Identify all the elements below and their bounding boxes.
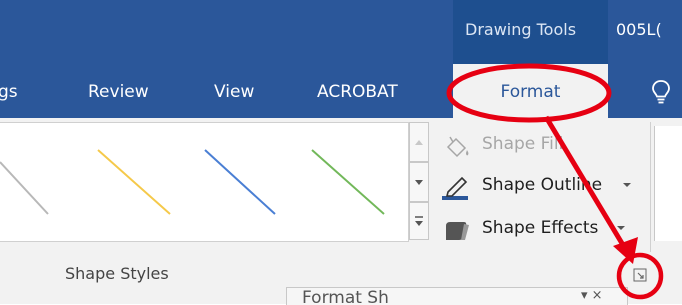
lightbulb-icon[interactable] — [647, 78, 675, 106]
format-pane-title: Format Sh — [302, 288, 389, 305]
pane-controls[interactable]: ▾ × — [581, 288, 603, 303]
wordart-gallery-edge[interactable] — [654, 126, 682, 241]
shape-effects-icon — [446, 222, 469, 240]
scroll-up-icon — [415, 140, 423, 145]
group-divider — [650, 122, 651, 252]
shape-style-swatches — [0, 149, 385, 215]
gallery-scroll-down-button[interactable] — [409, 162, 429, 202]
tab-review[interactable]: Review — [88, 82, 149, 102]
tab-format-label: Format — [500, 82, 561, 102]
tab-acrobat[interactable]: ACROBAT — [317, 82, 398, 102]
shape-outline-dropdown-icon — [623, 183, 631, 187]
shape-style-green[interactable] — [311, 149, 385, 215]
tab-format[interactable]: Format — [453, 64, 608, 118]
gallery-scroll-up-button[interactable] — [409, 122, 429, 162]
tab-settings[interactable]: gs — [0, 82, 18, 102]
shape-fill-button[interactable]: Shape Fill — [440, 130, 580, 160]
gallery-more-button[interactable] — [409, 202, 429, 240]
format-shape-pane-header[interactable]: Format Sh ▾ × — [286, 287, 628, 305]
tab-view[interactable]: View — [214, 82, 254, 102]
shape-style-yellow[interactable] — [97, 149, 171, 215]
shape-effects-dropdown-icon — [617, 226, 625, 230]
pencil-outline-icon — [442, 176, 468, 200]
more-icon — [415, 216, 423, 226]
shape-outline-label: Shape Outline — [482, 175, 603, 195]
shape-style-gray[interactable] — [0, 161, 49, 215]
shape-effects-button[interactable]: Shape Effects — [440, 214, 640, 244]
scroll-down-icon — [415, 180, 423, 185]
shape-fill-label: Shape Fill — [482, 134, 564, 154]
shape-outline-button[interactable]: Shape Outline — [440, 171, 640, 201]
shape-style-blue[interactable] — [204, 149, 276, 215]
shape-effects-label: Shape Effects — [482, 218, 599, 238]
shape-styles-group-label: Shape Styles — [65, 264, 169, 283]
drawing-tools-label: Drawing Tools — [465, 20, 577, 39]
document-name: 005L( — [616, 20, 662, 39]
paint-bucket-icon — [446, 136, 469, 158]
dialog-launcher-icon[interactable] — [633, 268, 647, 282]
